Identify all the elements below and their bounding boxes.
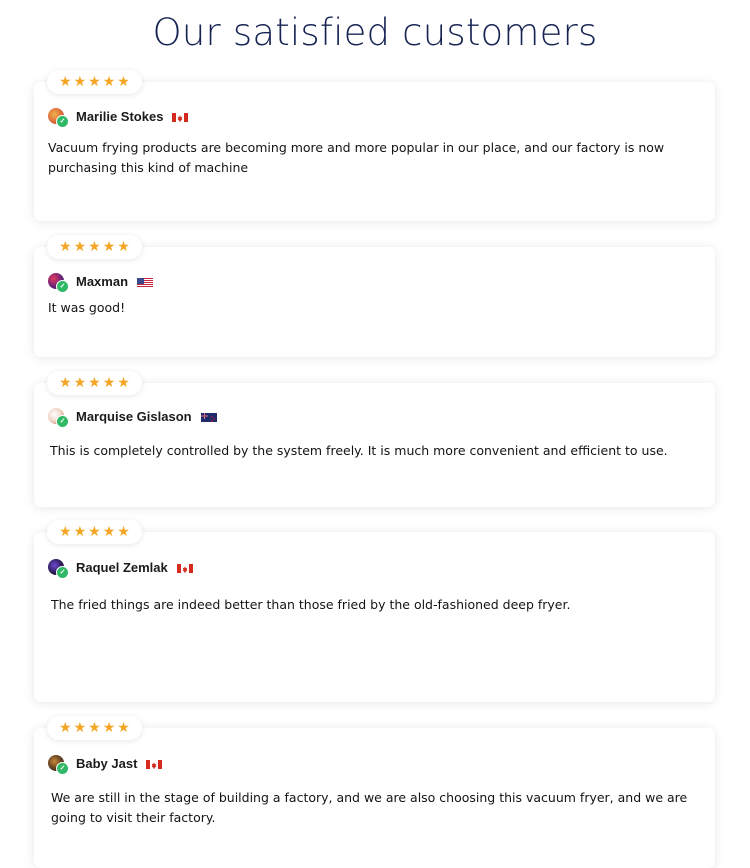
reviewer-name: Maxman [76,273,129,289]
review-text: It was good! [48,300,126,315]
verified-icon: ✓ [56,115,69,128]
star-rating: ★ ★ ★ ★ ★ [47,371,142,395]
review-text: Vacuum frying products are becoming more… [48,140,665,175]
star-icon: ★ [73,239,87,255]
star-icon: ★ [117,239,130,255]
star-icon: ★ [88,375,101,391]
star-icon: ★ [88,74,101,90]
new-zealand-flag-icon [200,411,217,422]
star-icon: ★ [59,74,72,90]
reviewer-name: Marquise Gislason [76,408,192,424]
page-title: Our satisfied customers [152,11,598,54]
canada-flag-icon [176,562,193,573]
star-icon: ★ [59,720,72,736]
star-rating: ★ ★ ★ ★ ★ [47,716,142,740]
reviewer-name: Raquel Zemlak [76,559,168,575]
review-text: We are still in the stage of building a … [51,790,688,825]
star-icon: ★ [59,375,72,391]
canada-flag-icon [146,758,163,769]
star-icon: ★ [102,720,116,736]
verified-icon: ✓ [56,415,69,428]
avatar: ✓ [48,408,69,428]
star-icon: ★ [102,524,116,540]
star-icon: ★ [117,74,130,90]
reviewer-header: ✓ Marilie Stokes [48,108,189,128]
reviewer-name: Baby Jast [76,755,138,771]
star-icon: ★ [73,720,87,736]
star-icon: ★ [59,524,72,540]
star-icon: ★ [73,524,87,540]
review-card-body [34,532,715,702]
review-text: This is completely controlled by the sys… [50,443,668,458]
verified-icon: ✓ [56,762,69,775]
review-text: The fried things are indeed better than … [51,597,571,612]
verified-icon: ✓ [56,566,69,579]
star-icon: ★ [59,239,72,255]
star-icon: ★ [88,720,101,736]
avatar: ✓ [48,108,69,128]
reviewer-name: Marilie Stokes [76,108,164,124]
star-icon: ★ [73,74,87,90]
reviewer-header: ✓ Baby Jast [48,755,163,775]
us-flag-icon [137,276,154,287]
reviewer-header: ✓ Maxman [48,273,154,293]
canada-flag-icon [172,111,189,122]
star-rating: ★ ★ ★ ★ ★ [47,520,142,544]
star-icon: ★ [88,524,101,540]
star-rating: ★ ★ ★ ★ ★ [47,70,142,94]
reviewer-header: ✓ Raquel Zemlak [48,559,193,579]
star-icon: ★ [117,720,130,736]
verified-icon: ✓ [56,280,69,293]
reviewer-header: ✓ Marquise Gislason [48,408,217,428]
star-rating: ★ ★ ★ ★ ★ [47,235,142,259]
star-icon: ★ [102,375,116,391]
star-icon: ★ [102,239,116,255]
star-icon: ★ [117,375,130,391]
star-icon: ★ [88,239,101,255]
star-icon: ★ [117,524,130,540]
avatar: ✓ [48,755,69,775]
avatar: ✓ [48,273,69,293]
avatar: ✓ [48,559,69,579]
star-icon: ★ [102,74,116,90]
star-icon: ★ [73,375,87,391]
